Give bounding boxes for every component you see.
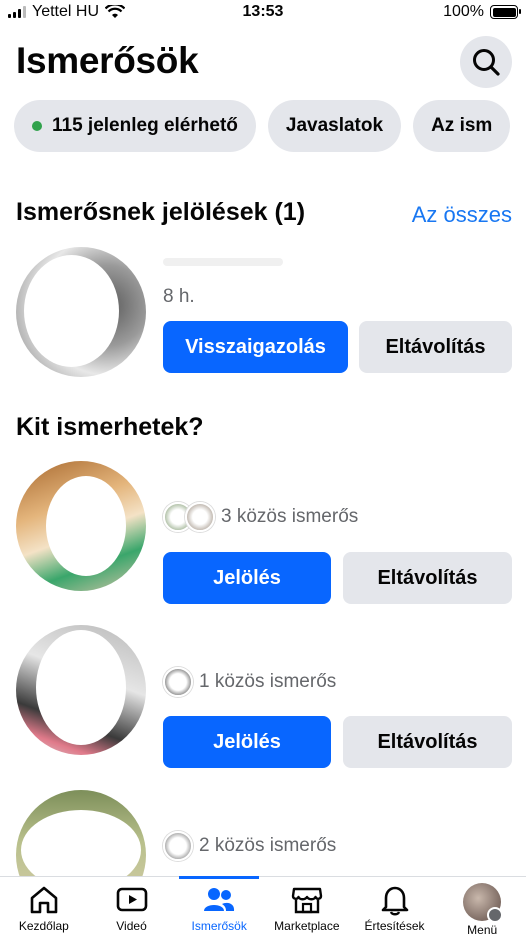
menu-icon xyxy=(487,907,504,923)
tab-label: Videó xyxy=(116,919,147,933)
search-button[interactable] xyxy=(460,36,512,88)
home-icon xyxy=(30,886,58,914)
tab-home[interactable]: Kezdőlap xyxy=(0,877,88,938)
avatar[interactable] xyxy=(16,625,146,755)
requester-name-blurred xyxy=(163,258,283,266)
filter-chips: 115 jelenleg elérhető Javaslatok Az ism xyxy=(14,100,511,152)
chip-online[interactable]: 115 jelenleg elérhető xyxy=(14,100,256,152)
page-title: Ismerősök xyxy=(16,40,199,81)
tab-label: Értesítések xyxy=(364,919,425,933)
confirm-button[interactable]: Visszaigazolás xyxy=(163,321,348,373)
video-icon xyxy=(116,887,147,912)
mutual-friends: 2 közös ismerős xyxy=(163,831,336,861)
tab-marketplace[interactable]: Marketplace xyxy=(263,877,351,938)
mutual-count: 3 közös ismerős xyxy=(221,506,359,527)
chip-label: 115 jelenleg elérhető xyxy=(52,115,238,136)
mutual-avatar xyxy=(185,502,215,532)
friends-icon xyxy=(204,888,235,911)
remove-request-button[interactable]: Eltávolítás xyxy=(359,321,512,373)
add-friend-button[interactable]: Jelölés xyxy=(163,716,331,768)
mutual-avatars xyxy=(163,502,215,532)
marketplace-icon xyxy=(291,887,323,914)
tab-label: Ismerősök xyxy=(191,919,247,933)
requests-title: Ismerősnek jelölések (1) xyxy=(16,198,306,226)
chip-suggestions[interactable]: Javaslatok xyxy=(267,100,402,152)
search-icon xyxy=(473,49,500,76)
tab-friends[interactable]: Ismerősök xyxy=(175,876,263,938)
battery-info: 100% xyxy=(443,3,521,21)
battery-percent: 100% xyxy=(443,3,484,20)
chip-label: Az ism xyxy=(431,115,493,136)
tab-menu[interactable]: Menü xyxy=(438,877,526,938)
online-dot-icon xyxy=(32,121,42,131)
bottom-tab-bar: Kezdőlap Videó Ismerősök Marketplace Ért… xyxy=(0,876,526,938)
request-time: 8 h. xyxy=(163,286,195,307)
tab-notifications[interactable]: Értesítések xyxy=(351,877,439,938)
remove-suggestion-button[interactable]: Eltávolítás xyxy=(343,716,512,768)
avatar[interactable] xyxy=(16,461,146,591)
remove-suggestion-button[interactable]: Eltávolítás xyxy=(343,552,512,604)
tab-video[interactable]: Videó xyxy=(88,877,176,938)
mutual-count: 1 közös ismerős xyxy=(199,671,337,692)
add-friend-button[interactable]: Jelölés xyxy=(163,552,331,604)
mutual-count: 2 közös ismerős xyxy=(199,835,337,856)
tab-label: Marketplace xyxy=(274,919,340,933)
mutual-friends: 1 közös ismerős xyxy=(163,667,336,697)
tab-label: Menü xyxy=(467,923,498,937)
mutual-avatar xyxy=(163,667,193,697)
profile-avatar xyxy=(463,883,504,923)
mutual-avatars xyxy=(163,831,193,861)
avatar[interactable] xyxy=(16,247,146,377)
mutual-avatar xyxy=(163,831,193,861)
tab-label: Kezdőlap xyxy=(18,919,69,933)
mutual-friends: 3 közös ismerős xyxy=(163,502,358,532)
see-all-link[interactable]: Az összes xyxy=(412,202,512,228)
suggestions-title: Kit ismerhetek? xyxy=(16,413,204,441)
bell-icon xyxy=(381,886,408,916)
battery-icon xyxy=(490,5,521,19)
chip-your-friends[interactable]: Az ism xyxy=(413,100,511,152)
mutual-avatars xyxy=(163,667,193,697)
chip-label: Javaslatok xyxy=(285,115,384,136)
status-bar: Yettel HU 13:53 100% xyxy=(0,0,526,26)
